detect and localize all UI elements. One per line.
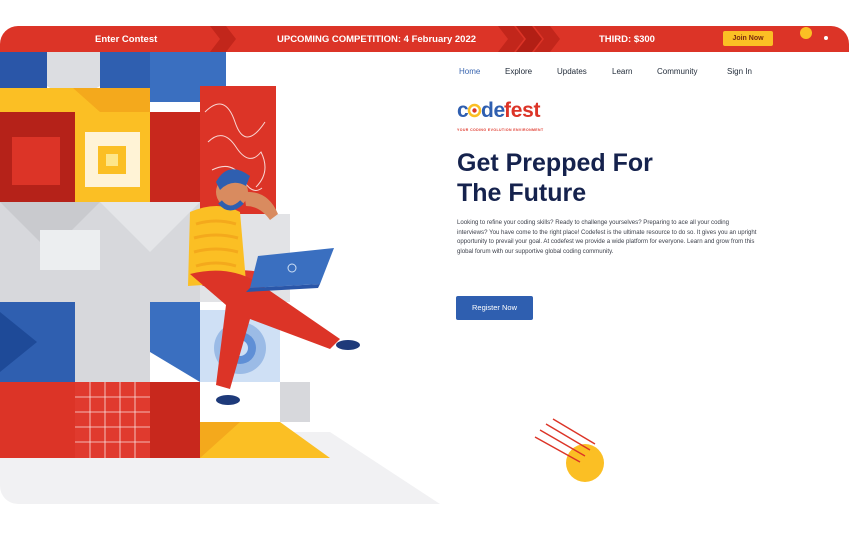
logo-wordmark: c de fest	[457, 98, 545, 127]
nav-explore[interactable]: Explore	[505, 67, 532, 76]
logo-tagline: YOUR CODING EVOLUTION ENVIRONMENT	[457, 128, 544, 132]
svg-text:de: de	[481, 99, 505, 122]
hero-description: Looking to refine your coding skills? Re…	[457, 219, 757, 255]
codefest-logo[interactable]: c de fest YOUR CODING EVOLUTION ENVIRONM…	[457, 98, 545, 132]
page-frame: Enter Contest UPCOMING COMPETITION: 4 Fe…	[0, 26, 849, 504]
logo-wordmark-art: c de fest	[457, 99, 541, 122]
nav-sign-in[interactable]: Sign In	[727, 67, 752, 76]
hero-title: Get Prepped For The Future	[457, 148, 757, 208]
svg-text:fest: fest	[504, 99, 540, 122]
nav-community[interactable]: Community	[657, 67, 697, 76]
nav-home[interactable]: Home	[459, 67, 480, 76]
hero-title-line-1: Get Prepped For	[457, 149, 653, 177]
nav-updates[interactable]: Updates	[557, 67, 587, 76]
hero-title-line-2: The Future	[457, 179, 587, 207]
register-now-button[interactable]: Register Now	[456, 296, 533, 320]
nav-learn[interactable]: Learn	[612, 67, 632, 76]
decorative-shapes	[534, 418, 604, 482]
svg-text:c: c	[457, 99, 469, 122]
